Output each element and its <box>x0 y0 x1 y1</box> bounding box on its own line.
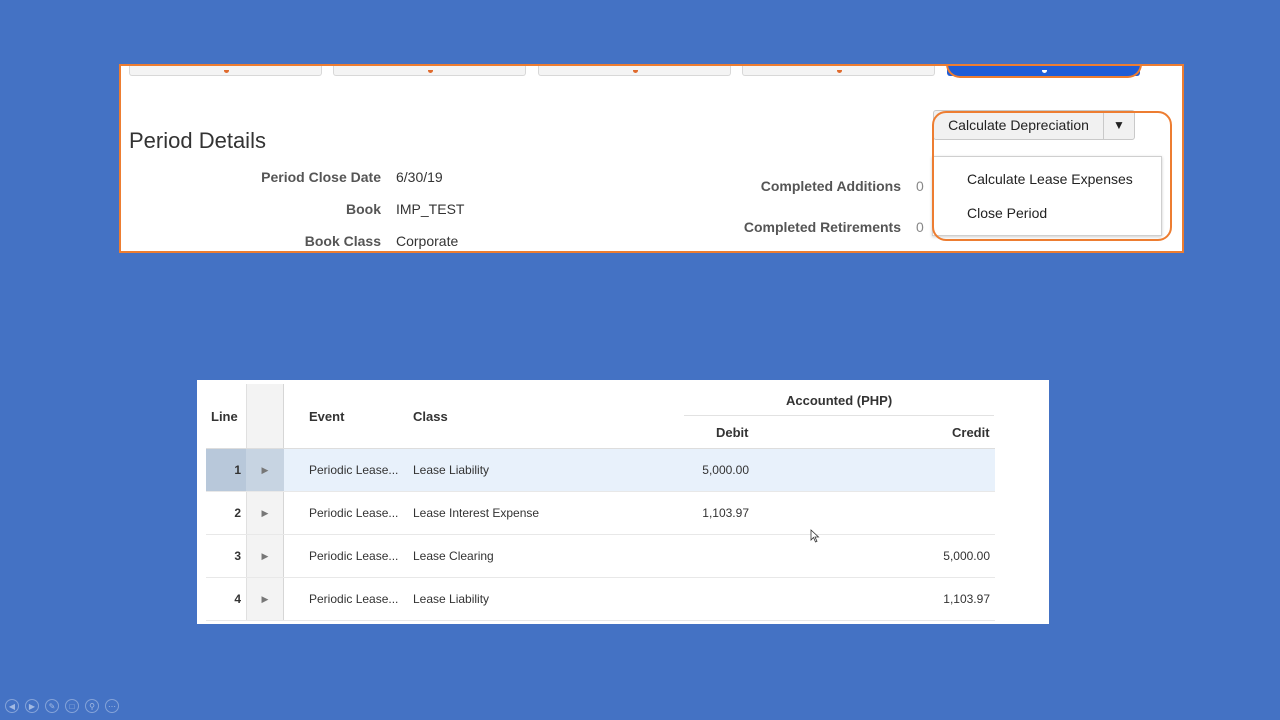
mouse-pointer-icon <box>810 529 820 543</box>
credit-cell: 5,000.00 <box>943 549 990 563</box>
book-class-value: Corporate <box>396 233 459 249</box>
triangle-right-icon[interactable]: ▶ <box>246 449 284 491</box>
table-row[interactable]: 1 ▶ Periodic Lease... Lease Liability 5,… <box>206 449 995 492</box>
credit-cell: 1,103.97 <box>943 592 990 606</box>
table-row[interactable]: 2 ▶ Periodic Lease... Lease Interest Exp… <box>206 492 995 535</box>
header-divider <box>684 415 994 416</box>
debit-cell <box>656 535 749 577</box>
debit-cell <box>656 578 749 620</box>
completed-additions-value: 0 <box>916 178 924 194</box>
period-close-date-label: Period Close Date <box>261 169 381 185</box>
credit-cell <box>896 449 990 491</box>
column-header-line[interactable]: Line <box>211 409 238 424</box>
dropdown-highlight-ring <box>932 111 1172 241</box>
book-label: Book <box>346 201 381 217</box>
column-header-credit[interactable]: Credit <box>952 425 990 440</box>
table-row[interactable]: 4 ▶ Periodic Lease... Lease Liability 1,… <box>206 578 995 621</box>
slideshow-toolbar: ◀ ▶ ✎ □ ⚲ ⋯ <box>5 699 119 713</box>
debit-cell: 5,000.00 <box>702 463 749 477</box>
next-icon[interactable]: ▶ <box>25 699 39 713</box>
event-cell: Periodic Lease... <box>309 506 399 520</box>
event-cell: Periodic Lease... <box>309 592 399 606</box>
event-cell: Periodic Lease... <box>309 549 399 563</box>
tab-3[interactable] <box>538 66 731 76</box>
triangle-right-icon[interactable]: ▶ <box>246 578 284 620</box>
completed-retirements-label: Completed Retirements <box>743 219 901 235</box>
tab-2[interactable] <box>333 66 526 76</box>
previous-icon[interactable]: ◀ <box>5 699 19 713</box>
triangle-right-icon[interactable]: ▶ <box>246 492 284 534</box>
more-icon[interactable]: ⋯ <box>105 699 119 713</box>
event-cell: Periodic Lease... <box>309 463 399 477</box>
zoom-icon[interactable]: ⚲ <box>85 699 99 713</box>
tab-4[interactable] <box>742 66 935 76</box>
column-header-class[interactable]: Class <box>413 409 448 424</box>
journal-lines-table: Line Event Class Accounted (PHP) Debit C… <box>197 380 1049 624</box>
slides-icon[interactable]: □ <box>65 699 79 713</box>
tab-strip <box>121 66 1182 80</box>
column-group-accounted: Accounted (PHP) <box>786 393 893 408</box>
line-cell: 1 <box>206 449 246 491</box>
book-class-label: Book Class <box>304 233 381 249</box>
book-value: IMP_TEST <box>396 201 465 217</box>
completed-retirements-value: 0 <box>916 219 924 235</box>
page-title: Period Details <box>129 128 266 153</box>
column-header-debit[interactable]: Debit <box>716 425 749 440</box>
class-cell: Lease Interest Expense <box>413 506 540 520</box>
line-cell: 2 <box>234 506 241 520</box>
class-cell: Lease Liability <box>413 463 490 477</box>
completed-additions-label: Completed Additions <box>760 178 901 194</box>
triangle-right-icon[interactable]: ▶ <box>246 535 284 577</box>
table-row[interactable]: 3 ▶ Periodic Lease... Lease Clearing 5,0… <box>206 535 995 578</box>
line-cell: 4 <box>234 592 241 606</box>
period-close-date-value: 6/30/19 <box>396 169 443 185</box>
column-header-event[interactable]: Event <box>309 409 344 424</box>
tab-1[interactable] <box>129 66 322 76</box>
class-cell: Lease Liability <box>413 592 490 606</box>
period-details-panel: Period Details Period Close Date 6/30/19… <box>119 64 1184 253</box>
debit-cell: 1,103.97 <box>702 506 749 520</box>
class-cell: Lease Clearing <box>413 549 494 563</box>
line-cell: 3 <box>234 549 241 563</box>
credit-cell <box>896 492 990 534</box>
tab-highlight-ring <box>946 66 1142 78</box>
pen-icon[interactable]: ✎ <box>45 699 59 713</box>
